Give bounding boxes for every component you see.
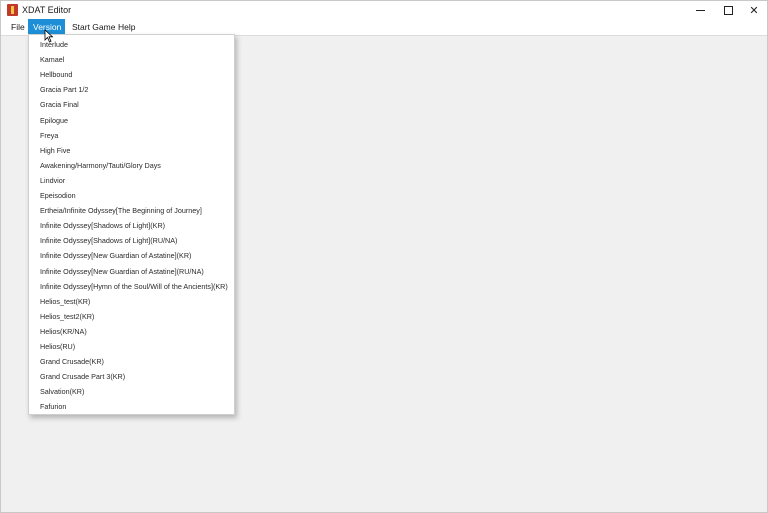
version-menu-item[interactable]: Lindvior (40, 173, 65, 188)
version-menu-item[interactable]: Fafurion (40, 399, 66, 414)
close-icon: ✕ (749, 4, 759, 17)
version-menu-item[interactable]: Helios(RU) (40, 339, 75, 354)
version-menu-item[interactable]: Gracia Part 1/2 (40, 82, 88, 97)
version-menu-item[interactable]: Hellbound (40, 67, 72, 82)
version-menu-item[interactable]: Freya (40, 128, 58, 143)
version-menu-item[interactable]: Infinite Odyssey[New Guardian of Astatin… (40, 248, 191, 263)
version-menu-item[interactable]: Kamael (40, 52, 64, 67)
version-menu-item[interactable]: Ertheia/Infinite Odyssey[The Beginning o… (40, 203, 202, 218)
version-menu-item[interactable]: Helios(KR/NA) (40, 324, 87, 339)
version-menu-item[interactable]: Infinite Odyssey[Shadows of Light](KR) (40, 218, 165, 233)
menu-help[interactable]: Help (113, 19, 140, 35)
minimize-button[interactable] (685, 1, 715, 19)
minimize-icon (695, 9, 705, 11)
window-title: XDAT Editor (22, 5, 72, 15)
version-menu-item[interactable]: Infinite Odyssey[Hymn of the Soul/Will o… (40, 279, 228, 294)
mouse-cursor-icon (44, 29, 54, 43)
version-menu-item[interactable]: Grand Crusade(KR) (40, 354, 104, 369)
version-menu-item[interactable]: Epilogue (40, 113, 68, 128)
version-menu-item[interactable]: High Five (40, 143, 70, 158)
version-menu-item[interactable]: Infinite Odyssey[Shadows of Light](RU/NA… (40, 233, 177, 248)
app-icon (7, 4, 18, 16)
menu-file[interactable]: File (6, 19, 30, 35)
title-bar[interactable]: XDAT Editor ✕ (1, 1, 767, 19)
version-menu-item[interactable]: Helios_test2(KR) (40, 309, 94, 324)
version-menu-item[interactable]: Grand Crusade Part 3(KR) (40, 369, 125, 384)
version-menu-item[interactable]: Helios_test(KR) (40, 294, 90, 309)
version-menu-item[interactable]: Salvation(KR) (40, 384, 84, 399)
maximize-icon (723, 5, 733, 15)
close-button[interactable]: ✕ (739, 1, 768, 19)
version-menu-item[interactable]: Gracia Final (40, 97, 79, 112)
version-menu-item[interactable]: Epeisodion (40, 188, 76, 203)
version-menu-item[interactable]: Awakening/Harmony/Tauti/Glory Days (40, 158, 161, 173)
version-dropdown-menu: Interlude Kamael Hellbound Gracia Part 1/2 G… (28, 34, 235, 415)
version-menu-item[interactable]: Infinite Odyssey[New Guardian of Astatin… (40, 264, 204, 279)
